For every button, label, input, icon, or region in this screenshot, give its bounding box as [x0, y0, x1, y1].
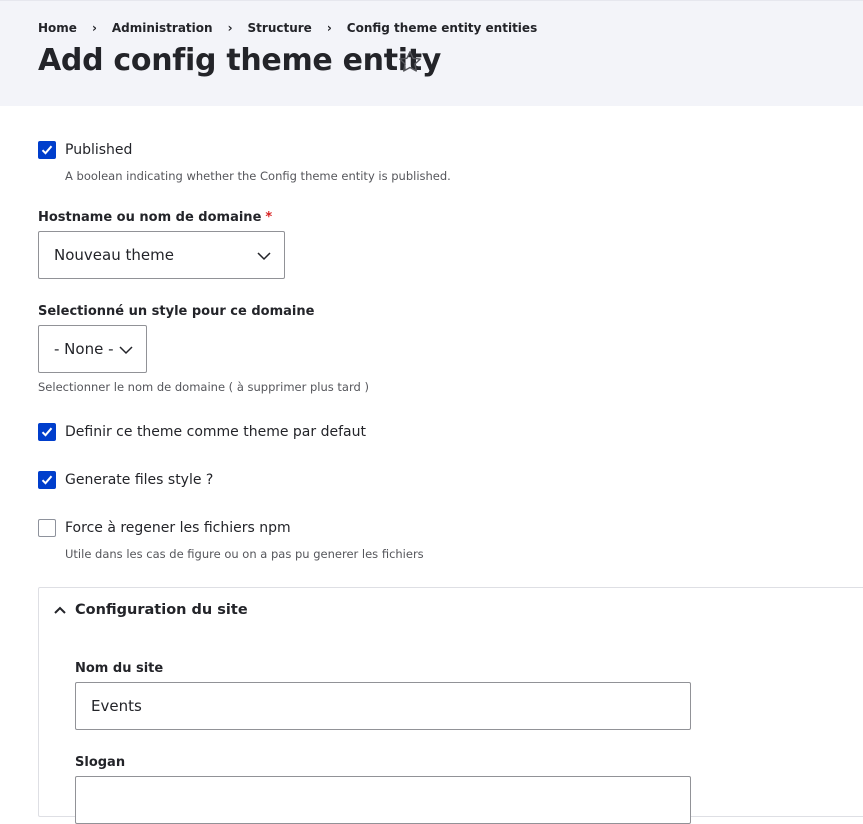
hostname-select[interactable]: Nouveau theme — [38, 231, 285, 279]
required-marker: * — [265, 210, 273, 225]
site-config-summary[interactable]: Configuration du site — [53, 602, 248, 618]
generate-files-checkbox[interactable] — [38, 471, 56, 489]
published-label: Published — [65, 142, 133, 158]
breadcrumb-home[interactable]: Home — [38, 21, 77, 35]
style-select[interactable]: - None - — [38, 325, 147, 373]
breadcrumb-administration[interactable]: Administration — [112, 21, 213, 35]
default-theme-label: Definir ce theme comme theme par defaut — [65, 424, 366, 440]
default-theme-checkbox[interactable] — [38, 423, 56, 441]
force-regen-label: Force à regener les fichiers npm — [65, 520, 291, 536]
chevron-down-icon — [257, 252, 271, 261]
breadcrumb-structure[interactable]: Structure — [248, 21, 312, 35]
slogan-label: Slogan — [75, 755, 126, 770]
site-config-summary-label: Configuration du site — [75, 602, 248, 618]
page-title: Add config theme entity — [38, 43, 442, 78]
checkmark-icon — [41, 475, 53, 485]
generate-files-label: Generate files style ? — [65, 472, 214, 488]
checkmark-icon — [41, 145, 53, 155]
breadcrumb-config-theme-entities[interactable]: Config theme entity entities — [347, 21, 537, 35]
hostname-select-value: Nouveau theme — [54, 246, 174, 264]
breadcrumb-separator-icon: › — [227, 21, 233, 35]
chevron-down-icon — [119, 346, 133, 355]
published-checkbox[interactable] — [38, 141, 56, 159]
site-name-value: Events — [91, 697, 142, 715]
star-outline-icon[interactable] — [396, 48, 424, 76]
site-name-label: Nom du site — [75, 661, 164, 676]
style-select-value: - None - — [54, 340, 114, 358]
site-name-input[interactable]: Events — [75, 682, 691, 730]
slogan-input[interactable] — [75, 776, 691, 824]
breadcrumb: Home › Administration › Structure › Conf… — [38, 21, 537, 35]
style-label: Selectionné un style pour ce domaine — [38, 304, 315, 319]
breadcrumb-separator-icon: › — [326, 21, 332, 35]
site-config-details: Configuration du site Nom du site Events… — [38, 587, 863, 824]
published-description: A boolean indicating whether the Config … — [65, 169, 451, 183]
hostname-label: Hostname ou nom de domaine * — [38, 210, 273, 225]
checkmark-icon — [41, 427, 53, 437]
page-header: Home › Administration › Structure › Conf… — [0, 0, 863, 106]
force-regen-description: Utile dans les cas de figure ou on a pas… — [65, 547, 424, 561]
style-description: Selectionner le nom de domaine ( à suppr… — [38, 380, 369, 394]
chevron-up-icon — [54, 606, 66, 614]
breadcrumb-separator-icon: › — [91, 21, 97, 35]
force-regen-checkbox[interactable] — [38, 519, 56, 537]
